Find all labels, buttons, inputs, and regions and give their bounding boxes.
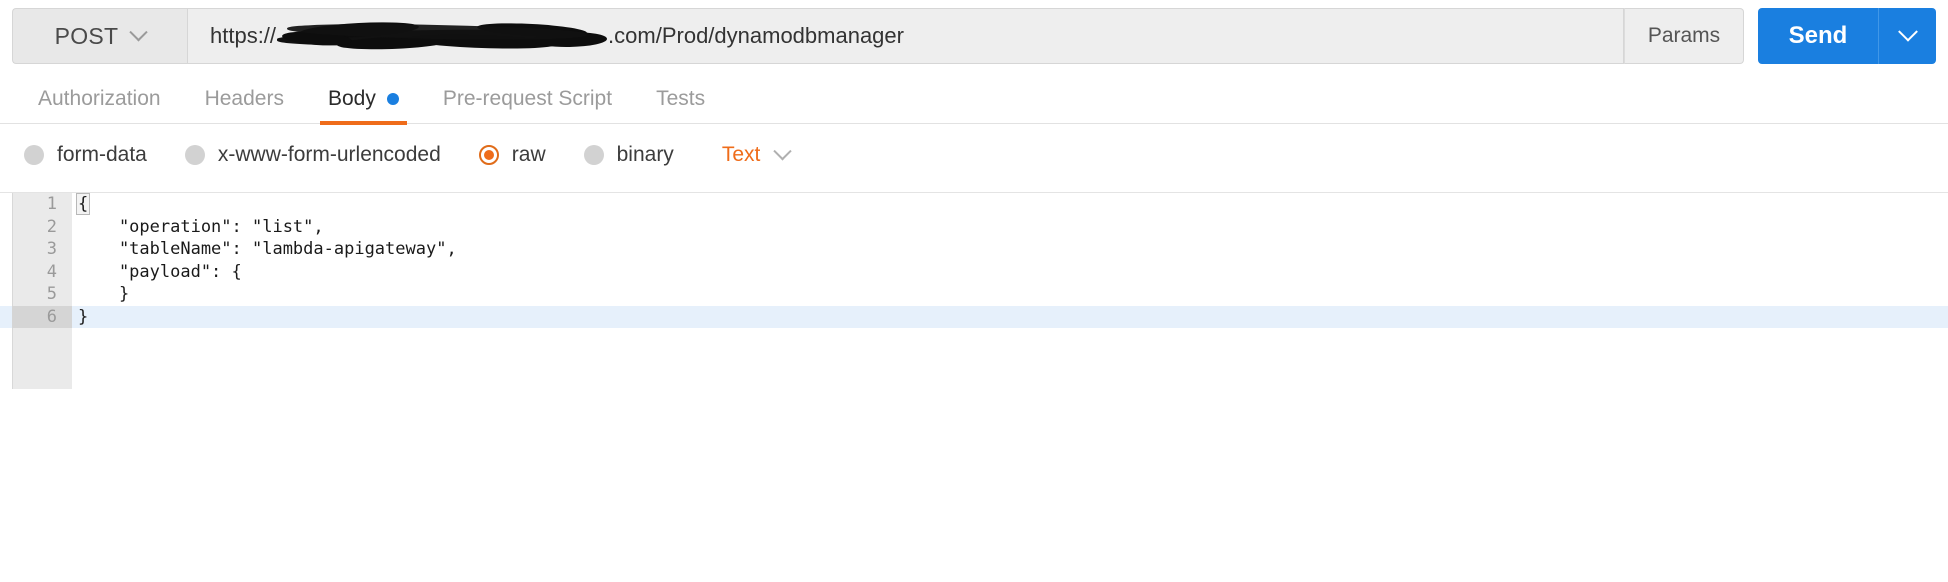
code-line[interactable]: 2 "operation": "list", <box>0 216 1948 239</box>
body-type-raw[interactable]: raw <box>478 143 546 167</box>
body-type-label: form-data <box>57 143 147 166</box>
tab-label: Pre-request Script <box>442 87 613 110</box>
body-format-label: Text <box>721 143 761 166</box>
http-method-label: POST <box>54 22 119 49</box>
send-label: Send <box>1788 22 1848 49</box>
raw-body-editor[interactable]: 1 { 2 "operation": "list", 3 "tableName"… <box>0 192 1948 582</box>
line-text: "tableName": "lambda-apigateway", <box>78 239 457 259</box>
body-type-binary[interactable]: binary <box>583 143 674 167</box>
radio-icon <box>184 145 205 165</box>
line-text: { <box>75 193 91 216</box>
request-bar: POST https:// .com/Prod/dynamodbmanager … <box>12 8 1936 64</box>
line-number: 3 <box>46 239 57 259</box>
url-suffix-text: .com/Prod/dynamodbmanager <box>608 23 904 48</box>
tab-label: Authorization <box>38 87 161 110</box>
body-type-form-data[interactable]: form-data <box>24 143 147 167</box>
body-format-select[interactable]: Text <box>721 141 793 167</box>
request-tabs: Authorization Headers Body Pre-request S… <box>0 75 1948 125</box>
line-number: 6 <box>12 305 72 328</box>
body-type-x-www-form-urlencoded[interactable]: x-www-form-urlencoded <box>184 143 441 167</box>
body-type-label: x-www-form-urlencoded <box>217 143 441 166</box>
code-line[interactable]: 5 } <box>0 283 1948 306</box>
tab-authorization[interactable]: Authorization <box>16 75 183 124</box>
params-button[interactable]: Params <box>1624 8 1744 64</box>
code-line[interactable]: 4 "payload": { <box>0 261 1948 284</box>
matching-bracket-highlight: { <box>75 193 91 215</box>
code-lines: 1 { 2 "operation": "list", 3 "tableName"… <box>0 193 1948 328</box>
radio-icon <box>24 145 44 165</box>
url-redaction-mark <box>277 19 608 51</box>
send-button-group: Send <box>1758 8 1936 64</box>
http-method-select[interactable]: POST <box>12 8 187 64</box>
code-line[interactable]: 1 { <box>0 193 1948 216</box>
body-type-label: raw <box>511 143 546 166</box>
url-input[interactable]: https:// .com/Prod/dynamodbmanager <box>187 8 1624 64</box>
chevron-down-icon <box>773 141 793 160</box>
code-line-active[interactable]: 6 } <box>0 305 1948 328</box>
radio-icon <box>583 145 604 165</box>
radio-selected-icon <box>478 145 499 165</box>
send-button[interactable]: Send <box>1758 8 1878 64</box>
line-text: "operation": "list", <box>78 216 324 237</box>
line-number: 1 <box>46 194 57 214</box>
line-number: 4 <box>46 261 57 282</box>
params-label: Params <box>1647 24 1721 47</box>
url-prefix-text: https:// <box>210 23 277 48</box>
tab-headers[interactable]: Headers <box>183 75 306 124</box>
chevron-down-icon <box>1897 21 1918 42</box>
code-line[interactable]: 3 "tableName": "lambda-apigateway", <box>0 238 1948 261</box>
line-number: 2 <box>46 216 57 237</box>
line-text: } <box>78 284 130 304</box>
line-text: "payload": { <box>78 261 242 282</box>
chevron-down-icon <box>129 22 149 41</box>
send-options-button[interactable] <box>1878 8 1936 64</box>
line-text: } <box>78 306 89 327</box>
body-modified-dot-icon <box>386 93 399 105</box>
tab-label: Body <box>327 87 376 110</box>
tab-pre-request-script[interactable]: Pre-request Script <box>421 75 634 124</box>
body-type-options: form-data x-www-form-urlencoded raw bina… <box>0 124 1948 186</box>
body-type-label: binary <box>616 143 674 166</box>
tab-tests[interactable]: Tests <box>634 75 727 124</box>
tab-label: Tests <box>656 87 706 110</box>
tab-body[interactable]: Body <box>306 75 421 125</box>
tab-label: Headers <box>204 87 284 110</box>
line-number: 5 <box>46 284 57 304</box>
